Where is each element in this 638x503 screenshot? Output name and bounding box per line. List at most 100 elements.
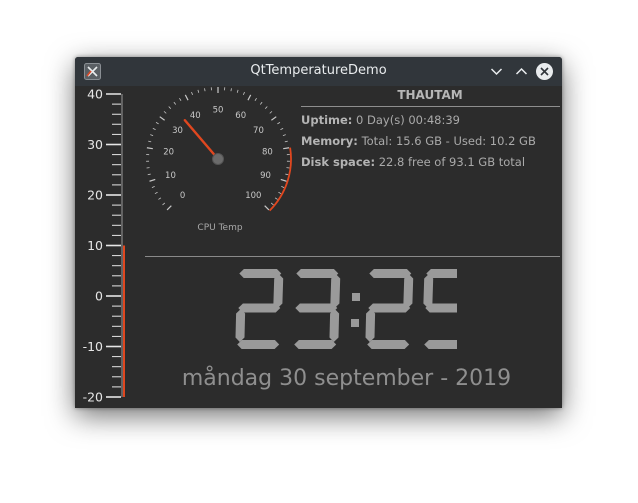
hostname-divider — [301, 106, 560, 107]
clock-digit — [235, 269, 284, 349]
gauge-tick — [277, 122, 281, 125]
title-bar[interactable]: QtTemperatureDemo — [75, 57, 562, 86]
gauge-tick — [204, 88, 206, 92]
clock-colon-dot — [352, 293, 360, 301]
clock-segment-d — [424, 340, 457, 349]
gauge-scale-label: 70 — [253, 126, 264, 136]
cpu-temp-gauge: 0 10 20 30 40 50 60 70 80 90 100 CPU Temp — [146, 87, 292, 233]
gauge-tick — [278, 191, 282, 195]
clock-segment-b — [330, 274, 341, 308]
memory-row: Memory: Total: 15.6 GB - Used: 10.2 GB — [301, 134, 536, 148]
gauge-tick — [158, 197, 162, 200]
gauge-tick — [284, 140, 288, 143]
gauge-tick — [184, 94, 189, 101]
clock-segment-a — [369, 269, 412, 278]
gauge-scale-label: 60 — [235, 111, 246, 121]
gauge-scale-label: 40 — [190, 111, 201, 121]
hostname: THAUTAM — [397, 88, 463, 102]
gauge-hub — [212, 153, 224, 165]
thermometer-label: 20 — [87, 188, 103, 203]
maximize-icon[interactable] — [512, 62, 531, 81]
clock-segment-g — [238, 303, 281, 313]
gauge-scale-label: 100 — [245, 191, 261, 201]
disk-value: 22.8 free of 93.1 GB total — [378, 155, 526, 169]
clock-segment-e — [365, 309, 376, 342]
gauge-tick — [283, 147, 290, 150]
gauge-tick — [264, 205, 270, 211]
gauge-scale-label: 50 — [213, 106, 224, 116]
clock-segment-c — [329, 309, 340, 342]
gauge-tick — [264, 106, 268, 109]
close-icon[interactable] — [535, 62, 554, 81]
gauge-scale-label: 10 — [165, 171, 176, 181]
memory-value: Total: 15.6 GB - Used: 10.2 GB — [361, 134, 536, 148]
thermometer-label: 0 — [95, 289, 103, 304]
clock-segment-g — [368, 303, 411, 313]
clock-colon-dot — [351, 319, 359, 327]
disk-row: Disk space: 22.8 free of 93.1 GB total — [301, 155, 525, 169]
gauge-tick — [230, 88, 232, 92]
uptime-row: Uptime: 0 Day(s) 00:48:39 — [301, 113, 460, 127]
thermometer-label: 40 — [87, 87, 103, 102]
gauge-tick — [162, 202, 166, 206]
gauge-needle — [183, 119, 220, 161]
gauge-tick — [269, 111, 273, 114]
thermometer-label: 30 — [87, 137, 103, 152]
gauge-tick — [271, 116, 277, 121]
gauge-tick — [163, 111, 167, 114]
clock-digit — [365, 269, 414, 349]
clock-segment-a — [296, 269, 339, 278]
gauge-tick — [280, 178, 287, 182]
gauge-tick — [243, 91, 245, 95]
gauge-tick — [150, 134, 154, 137]
gauge-tick — [147, 173, 151, 176]
memory-label: Memory: — [301, 134, 358, 148]
clock-segment-b — [403, 274, 414, 308]
uptime-label: Uptime: — [301, 113, 353, 127]
section-divider — [145, 256, 560, 257]
gauge-tick — [259, 101, 263, 105]
gauge-tick — [168, 106, 172, 109]
digital-clock — [235, 269, 457, 349]
gauge-tick — [285, 173, 289, 176]
disk-label: Disk space: — [301, 155, 376, 169]
clock-digit — [294, 269, 341, 349]
gauge-tick — [166, 205, 172, 211]
gauge-tick — [146, 147, 153, 150]
thermometer-label: -10 — [83, 339, 103, 354]
gauge-tick — [152, 127, 156, 130]
gauge-scale-label: 80 — [262, 148, 273, 158]
clock-segment-g — [295, 303, 338, 313]
thermometer-label: 10 — [87, 238, 103, 253]
clock-segment-d — [237, 340, 280, 349]
gauge-tick — [274, 197, 278, 200]
gauge-tick — [148, 140, 152, 143]
main-content: 40 30 20 10 0 -10 -20 0 10 20 30 40 50 60 70 80 90 100 CP… — [75, 86, 562, 408]
gauge-tick — [282, 134, 286, 137]
clock-digit — [423, 269, 457, 349]
gauge-tick — [197, 89, 200, 93]
gauge-tick — [281, 186, 285, 188]
clock-segment-d — [367, 340, 410, 349]
clock-segment-d — [294, 340, 337, 349]
gauge-tick — [179, 97, 182, 101]
gauge-red-zone — [268, 147, 292, 212]
app-window: QtTemperatureDemo 40 30 20 10 0 -10 -20 0 10 20 3… — [75, 57, 562, 408]
gauge-tick — [270, 202, 274, 206]
gauge-scale-label: 90 — [260, 171, 271, 181]
gauge-tick — [236, 89, 239, 93]
gauge-tick — [149, 178, 156, 182]
gauge-label: CPU Temp — [197, 223, 242, 233]
gauge-scale-label: 20 — [163, 148, 174, 158]
gauge-tick — [151, 186, 155, 188]
minimize-icon[interactable] — [487, 62, 506, 81]
gauge-tick — [280, 127, 284, 130]
date-display: måndag 30 september - 2019 — [181, 366, 512, 391]
gauge-scale-label: 0 — [180, 191, 185, 201]
thermometer-scale: 40 30 20 10 0 -10 -20 — [83, 87, 125, 405]
gauge-tick — [154, 191, 158, 195]
gauge-tick — [173, 101, 177, 105]
thermometer-label: -20 — [83, 390, 103, 405]
clock-segment-b — [273, 274, 284, 308]
gauge-scale-label: 30 — [172, 126, 183, 136]
